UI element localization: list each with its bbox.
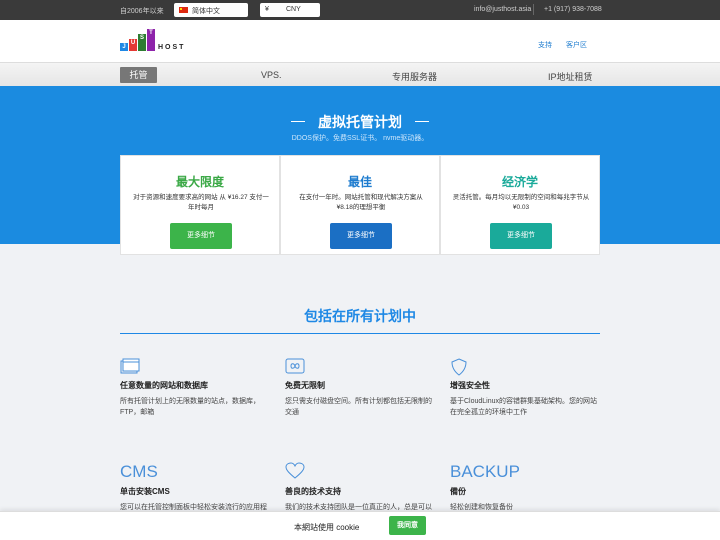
feature-title: 任意数量的网站和数据库 [120,381,208,390]
feature-title: 備份 [450,487,466,496]
plan-description: 在支付一年时。网站托管和现代解决方案从 ¥8.18的理想平衡 [299,194,423,211]
since-text: 自2006年以来 [120,8,164,15]
currency-symbol: ¥ [265,6,269,13]
nav-item-vps[interactable]: VPS. [261,70,282,80]
plan-card-max: 最大限度 对于资源和速度要求高的网站 从 ¥16.27 支付一年时每月 更多细节 [120,155,280,255]
logo-letter: U [129,39,137,51]
top-bar: 自2006年以来 简体中文 ¥ CNY info@justhost.asia +… [0,0,720,20]
currency-code: CNY [286,6,301,13]
feature-title: 增强安全性 [450,381,490,390]
accept-cookies-button[interactable]: 我同意 [389,516,426,535]
more-details-button[interactable]: 更多细节 [170,223,232,249]
email-link[interactable]: info@justhost.asia [474,6,531,13]
more-details-button[interactable]: 更多细节 [490,223,552,249]
heart-icon [285,462,305,479]
hero-title: 虚拟托管计划 [318,114,402,130]
language-selector[interactable]: 简体中文 [174,3,248,17]
justhost-logo[interactable]: J U S T HOST [120,29,200,51]
nav-item-hosting[interactable]: 托管 [120,67,157,83]
plan-description: 灵活托管。每月均以无限制的空间和每兆字节从 ¥0.03 [452,194,590,211]
cookie-banner: 本網站使用 cookie 我同意 [0,511,720,540]
plan-title: 经济学 [501,175,538,189]
feature-title: 单击安装CMS [120,487,170,496]
cookie-text: 本網站使用 cookie [294,523,360,532]
backup-icon: BACKUP [450,462,520,481]
site-header: J U S T HOST 支持 客户区 [0,20,720,62]
browser-window-icon [120,358,140,374]
hero-subtitle: DDOS保护。免费SSL证书。 nvme驱动器。 [291,135,429,142]
plan-title: 最佳 [347,175,372,189]
shield-icon [451,358,467,376]
plans-background [0,244,720,530]
infinity-icon [285,358,305,374]
main-nav: 托管 VPS. 专用服务器 IP地址租赁 [0,62,720,86]
china-flag-icon [179,7,188,13]
plan-description: 对于资源和速度要求高的网站 从 ¥16.27 支付一年时每月 [133,194,269,211]
feature-description: 您只需支付磁盘空间。所有计划都包括无限制的交通 [285,398,432,416]
phone-link[interactable]: +1 (917) 938-7088 [544,6,602,13]
logo-suffix: HOST [158,44,186,51]
feature-description: 所有托管计划上的无限数量的站点，数据库，FTP，邮箱 [120,398,260,416]
nav-item-ip-rental[interactable]: IP地址租赁 [548,70,593,83]
nav-item-dedicated[interactable]: 专用服务器 [392,70,437,83]
support-link[interactable]: 支持 [538,40,552,50]
language-label: 简体中文 [192,8,220,15]
feature-title: 免费无限制 [285,381,325,390]
features-divider [120,333,600,334]
logo-letter: T [147,29,155,51]
logo-letter: J [120,43,128,51]
features-title: 包括在所有计划中 [304,308,416,324]
feature-title: 善良的技术支持 [285,487,341,496]
title-line-right [415,121,429,122]
feature-description: 基于CloudLinux的容错群集基础架构。您的网站在完全孤立的环境中工作 [450,398,598,416]
logo-letter: S [138,34,146,51]
cms-icon: CMS [120,462,158,481]
currency-selector[interactable]: ¥ CNY [260,3,320,17]
plan-card-economy: 经济学 灵活托管。每月均以无限制的空间和每兆字节从 ¥0.03 更多细节 [440,155,600,255]
divider [533,4,534,15]
more-details-button[interactable]: 更多细节 [330,223,392,249]
plan-card-best: 最佳 在支付一年时。网站托管和现代解决方案从 ¥8.18的理想平衡 更多细节 [280,155,440,255]
client-area-link[interactable]: 客户区 [566,40,587,50]
plan-title: 最大限度 [175,175,224,189]
